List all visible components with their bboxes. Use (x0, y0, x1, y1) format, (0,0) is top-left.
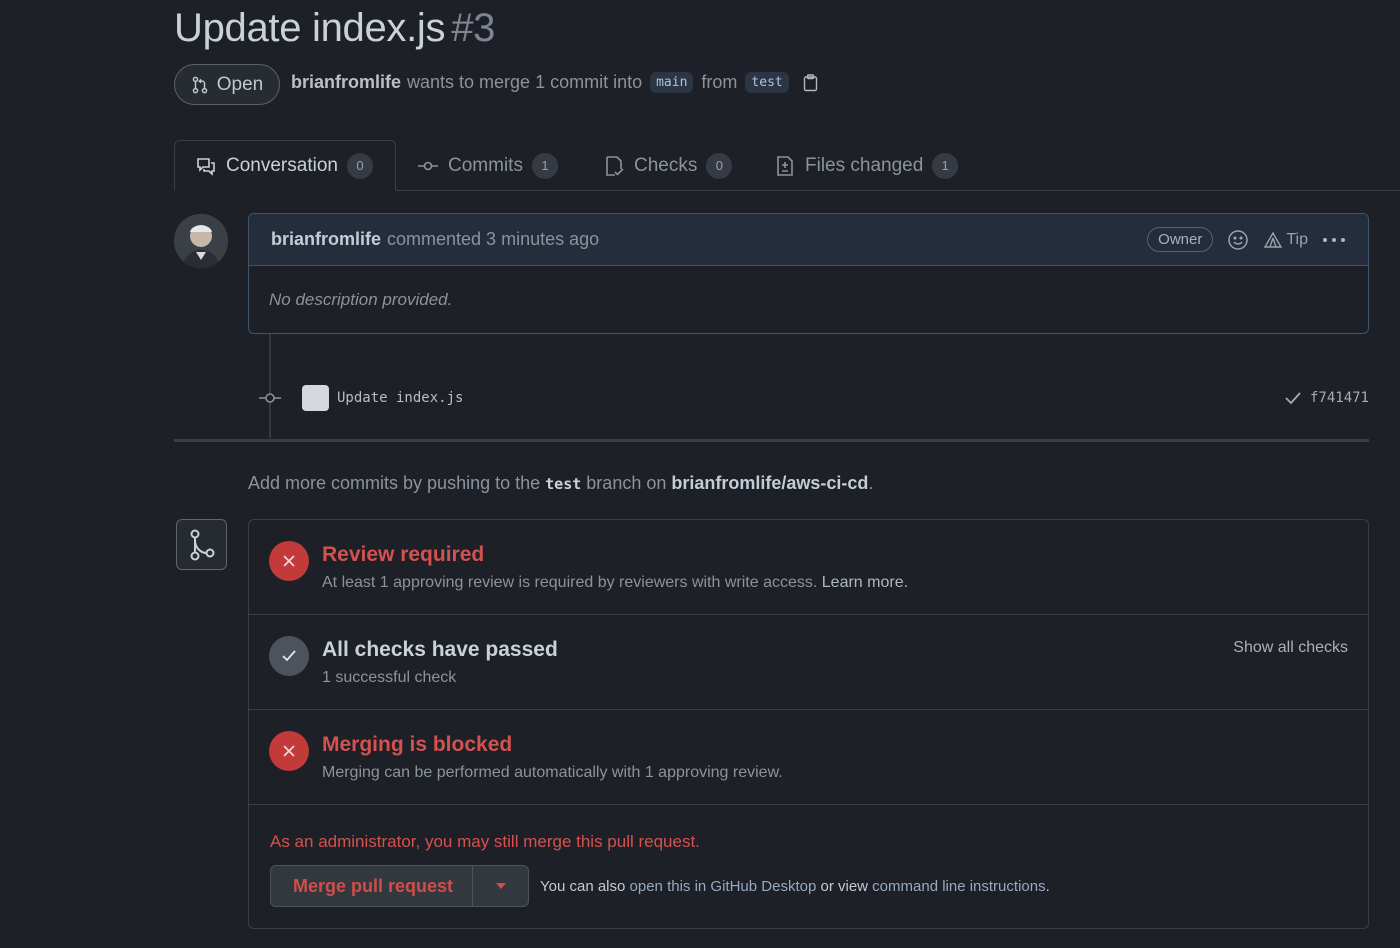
pr-state-label: Open (216, 73, 264, 95)
tab-counter: 0 (706, 152, 733, 179)
author-avatar[interactable] (174, 214, 228, 268)
page-title: Update index.js #3 (174, 6, 495, 51)
review-required-section: Review required At least 1 approving rev… (249, 520, 1368, 615)
merge-blocked-subtitle: Merging can be performed automatically w… (322, 764, 783, 781)
fail-status-icon (269, 541, 309, 581)
push-hint: Add more commits by pushing to the test … (248, 473, 873, 494)
comment-card: brianfromlife commented 3 minutes ago Ow… (248, 213, 1369, 334)
tab-conversation[interactable]: Conversation 0 (174, 140, 396, 191)
push-hint-prefix: Add more commits by pushing to the (248, 473, 541, 493)
pull-request-icon (192, 76, 208, 93)
merge-text: wants to merge 1 commit into (407, 72, 643, 92)
from-text: from (701, 72, 738, 92)
also-prefix: You can also (540, 878, 626, 895)
check-status-icon (269, 636, 309, 676)
tab-counter: 1 (531, 152, 558, 179)
pr-title: Update index.js (174, 6, 446, 50)
caret-down-icon (495, 883, 506, 889)
comment-timestamp[interactable]: commented 3 minutes ago (387, 229, 599, 250)
tip-label: Tip (1286, 230, 1308, 248)
tab-label: Checks (634, 154, 698, 176)
commit-message[interactable]: Update index.js (337, 390, 463, 406)
more-options-icon[interactable] (1322, 236, 1346, 244)
learn-more-link[interactable]: Learn more. (822, 574, 908, 591)
commit-icon (418, 161, 438, 170)
show-all-checks-link[interactable]: Show all checks (1233, 639, 1348, 657)
also-suffix: . (1045, 878, 1050, 895)
commit-sha[interactable]: f741471 (1310, 390, 1369, 406)
command-line-link[interactable]: command line instructions (872, 878, 1045, 895)
push-hint-middle: branch on (586, 473, 667, 493)
merge-method-dropdown[interactable] (473, 866, 528, 906)
push-hint-suffix: . (868, 473, 874, 493)
pr-state-badge: Open (174, 64, 280, 105)
or-view-text: or view (820, 878, 868, 895)
tab-files-changed[interactable]: Files changed 1 (774, 140, 959, 191)
tab-commits[interactable]: Commits 1 (417, 140, 558, 191)
checks-section: All checks have passed 1 successful chec… (249, 615, 1368, 710)
timeline-divider (174, 439, 1369, 442)
merge-button-group: Merge pull request (270, 865, 529, 907)
review-required-title: Review required (322, 543, 485, 566)
merge-alternatives: You can also open this in GitHub Desktop… (540, 878, 1050, 895)
tab-counter: 0 (346, 152, 373, 179)
blocked-status-icon (269, 731, 309, 771)
comment-author[interactable]: brianfromlife (271, 229, 381, 250)
base-branch[interactable]: main (650, 72, 694, 93)
tab-label: Files changed (805, 154, 924, 176)
git-merge-icon (176, 519, 227, 570)
github-desktop-link[interactable]: open this in GitHub Desktop (630, 878, 817, 895)
owner-badge: Owner (1147, 227, 1214, 252)
push-hint-branch: test (545, 475, 582, 493)
head-branch[interactable]: test (745, 72, 789, 93)
tab-label: Conversation (226, 154, 338, 176)
commit-node-icon (259, 393, 281, 403)
review-required-subtitle: At least 1 approving review is required … (322, 574, 908, 592)
sponsor-tip-icon (1264, 231, 1283, 248)
smiley-icon[interactable] (1227, 229, 1249, 251)
conversation-icon (197, 157, 215, 176)
merge-blocked-title: Merging is blocked (322, 733, 513, 756)
merge-box: Review required At least 1 approving rev… (248, 519, 1369, 929)
merge-blocked-section: Merging is blocked Merging can be perfor… (249, 710, 1368, 805)
pr-author-link[interactable]: brianfromlife (291, 72, 401, 93)
pr-meta: brianfromlife wants to merge 1 commit in… (291, 72, 818, 93)
repo-link[interactable]: brianfromlife/aws-ci-cd (671, 473, 868, 493)
check-icon[interactable] (1284, 391, 1302, 405)
checks-title: All checks have passed (322, 638, 558, 661)
file-diff-icon (777, 155, 793, 176)
comment-header: brianfromlife commented 3 minutes ago Ow… (249, 214, 1368, 266)
checks-icon (606, 155, 624, 176)
merge-pull-request-button[interactable]: Merge pull request (271, 866, 473, 906)
commit-author-avatar[interactable] (302, 385, 329, 411)
admin-notice: As an administrator, you may still merge… (270, 832, 700, 851)
commit-sha-group: f741471 (1284, 390, 1369, 406)
copy-icon[interactable] (803, 73, 818, 92)
checks-subtitle: 1 successful check (322, 669, 457, 686)
comment-body: No description provided. (269, 290, 453, 309)
tab-counter: 1 (932, 152, 959, 179)
pr-number: #3 (451, 6, 496, 50)
commit-row: Update index.js f741471 (258, 382, 1369, 414)
tip-button[interactable]: Tip (1263, 231, 1308, 249)
tab-label: Commits (448, 154, 523, 176)
tab-checks[interactable]: Checks 0 (603, 140, 733, 191)
review-subtitle-text: At least 1 approving review is required … (322, 574, 818, 591)
